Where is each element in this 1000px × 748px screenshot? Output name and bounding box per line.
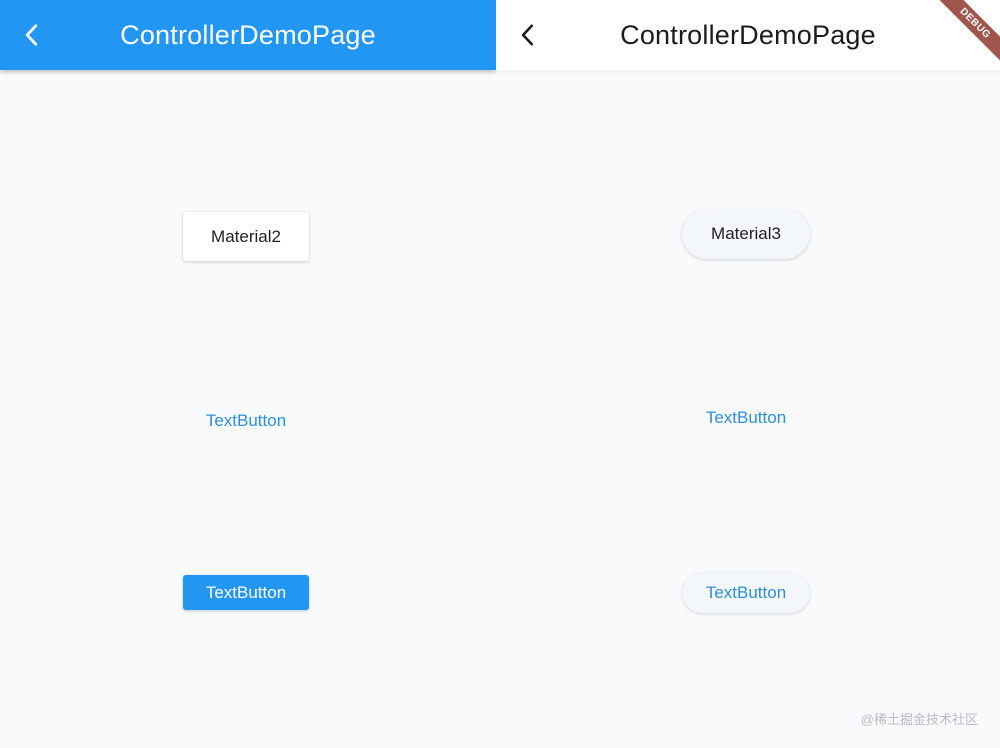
page-title: ControllerDemoPage — [620, 20, 876, 50]
material3-elevated-button[interactable]: Material3 — [682, 209, 810, 259]
material2-text-button[interactable]: TextButton — [183, 398, 309, 444]
material3-text-button[interactable]: TextButton — [682, 396, 810, 440]
material2-elevated-button[interactable]: Material2 — [183, 212, 309, 261]
watermark: @稀土掘金技术社区 — [860, 712, 978, 727]
material2-pane: ControllerDemoPage Material2 TextButton … — [0, 0, 496, 748]
app-bar: ControllerDemoPage — [0, 0, 496, 70]
material3-pane: ControllerDemoPage Material3 TextButton … — [496, 0, 1000, 748]
material3-elevated-text-button[interactable]: TextButton — [682, 573, 810, 613]
material2-filled-text-button[interactable]: TextButton — [183, 575, 309, 610]
page-title: ControllerDemoPage — [120, 20, 376, 50]
app-bar: ControllerDemoPage — [496, 0, 1000, 70]
